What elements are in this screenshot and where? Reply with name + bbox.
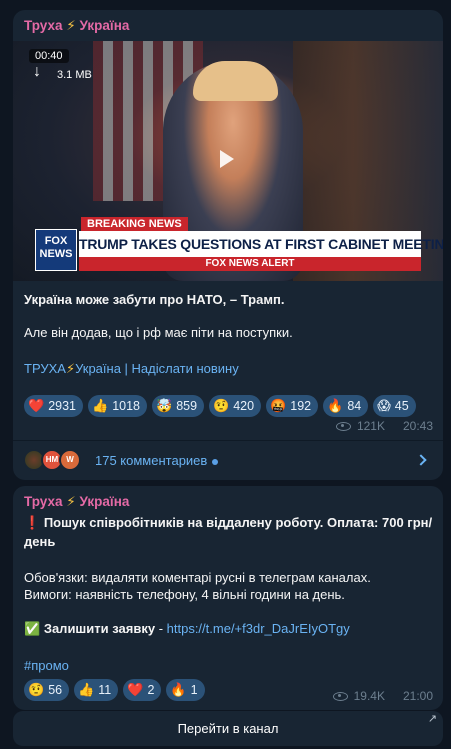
comments-count: 175 комментариев	[95, 453, 219, 468]
reaction-raised-eyebrow[interactable]: 🤨 420	[209, 395, 262, 417]
post-footer: ТРУХА⚡Україна | Надіслати новину	[24, 359, 434, 378]
lightning-icon: ⚡	[66, 18, 76, 33]
reaction-angry[interactable]: 🤬 192	[266, 395, 319, 417]
footer-channel-link[interactable]: ТРУХА	[24, 361, 66, 376]
reaction-count: 1018	[112, 399, 140, 413]
reaction-count: 2931	[48, 399, 76, 413]
view-count: 19.4K	[353, 689, 385, 703]
post-title: Україна може забути про НАТО, – Трамп.	[24, 292, 285, 307]
download-arrow-icon: ↓	[33, 63, 41, 80]
reaction-count: 2	[147, 683, 155, 697]
comments-button[interactable]: HM W 175 комментариев	[13, 444, 443, 478]
raised-eyebrow-icon: 🤨	[28, 682, 45, 697]
channel-name-text: Труха	[24, 18, 63, 33]
promo-link[interactable]: https://t.me/+f3dr_DaJrEIyOTgy	[167, 621, 350, 636]
view-count: 121K	[356, 419, 385, 433]
reaction-scream[interactable]: 😱 45	[373, 395, 416, 417]
reaction-heart[interactable]: ❤️ 2931	[24, 395, 83, 417]
lightning-icon: ⚡	[66, 494, 76, 509]
commenter-avatars: HM W	[23, 449, 93, 471]
scream-icon: 😱	[377, 398, 391, 413]
promo-cta: ✅ Залишити заявку - https://t.me/+f3dr_D…	[24, 619, 434, 638]
fox-news-logo: FOX NEWS	[35, 229, 77, 271]
promo-headline-text: Пошук співробітників на віддалену роботу…	[24, 515, 433, 549]
mind-blown-icon: 🤯	[156, 398, 173, 413]
reaction-count: 1	[190, 683, 198, 697]
footer-separator: |	[120, 361, 132, 376]
footer-channel-suffix[interactable]: Україна	[75, 361, 121, 376]
channel-name[interactable]: Труха ⚡ Україна	[24, 494, 129, 510]
go-to-channel-label: Перейти в канал	[177, 721, 279, 736]
check-mark-icon: ✅	[24, 621, 41, 636]
reaction-heart[interactable]: ❤️ 2	[123, 679, 162, 701]
heart-icon: ❤️	[28, 398, 45, 413]
fire-icon: 🔥	[170, 682, 187, 697]
reactions-bar: 🤨 56 👍 11 ❤️ 2 🔥 1	[24, 679, 205, 701]
message-time: 20:43	[402, 419, 433, 433]
promo-cta-label: Залишити заявку	[43, 621, 156, 636]
reaction-thumbs-up[interactable]: 👍 11	[74, 679, 119, 701]
message-meta: 19.4K 21:00	[332, 689, 433, 703]
message-bubble-news[interactable]: Труха ⚡ Україна 00:40 ↓ 3.1 MB BREAKING …	[13, 10, 443, 480]
unread-dot-icon	[212, 458, 219, 465]
reaction-count: 859	[176, 399, 198, 413]
cta-separator: -	[155, 621, 167, 636]
reaction-thumbs-up[interactable]: 👍 1018	[88, 395, 147, 417]
reaction-mind-blown[interactable]: 🤯 859	[152, 395, 205, 417]
reaction-count: 56	[48, 683, 63, 697]
go-to-channel-button[interactable]: Перейти в канал ↗	[13, 711, 443, 746]
raised-eyebrow-icon: 🤨	[213, 398, 230, 413]
reaction-raised-eyebrow[interactable]: 🤨 56	[24, 679, 70, 701]
play-icon[interactable]	[220, 150, 234, 168]
lightning-icon: ⚡	[65, 361, 76, 376]
reaction-count: 84	[347, 399, 362, 413]
message-bubble-promo[interactable]: Труха ⚡ Україна ❗ Пошук співробітників н…	[13, 486, 443, 710]
heart-icon: ❤️	[127, 682, 144, 697]
channel-name-text: Труха	[24, 494, 63, 509]
reaction-fire[interactable]: 🔥 1	[166, 679, 205, 701]
channel-name[interactable]: Труха ⚡ Україна	[24, 18, 129, 34]
reaction-count: 11	[98, 683, 112, 697]
reaction-fire[interactable]: 🔥 84	[323, 395, 369, 417]
divider	[13, 440, 443, 441]
angry-face-icon: 🤬	[270, 398, 287, 413]
reaction-count: 420	[233, 399, 255, 413]
thumbs-up-icon: 👍	[92, 398, 109, 413]
video-alert-ticker: FOX NEWS ALERT	[79, 257, 421, 271]
reaction-count: 45	[394, 399, 409, 413]
video-file-size: 3.1 MB	[57, 69, 92, 81]
message-meta: 121K 20:43	[335, 419, 433, 433]
eye-icon	[335, 421, 351, 431]
message-time: 21:00	[402, 689, 433, 703]
video-duration: 00:40	[29, 49, 69, 63]
promo-headline: ❗ Пошук співробітників на віддалену робо…	[24, 513, 434, 551]
reactions-bar: ❤️ 2931 👍 1018 🤯 859 🤨 420 🤬 192 🔥 84 😱 45	[24, 395, 416, 417]
arrow-up-right-icon: ↗	[427, 713, 437, 725]
fire-icon: 🔥	[327, 398, 344, 413]
thumbs-up-icon: 👍	[78, 682, 95, 697]
breaking-news-banner: BREAKING NEWS	[81, 217, 188, 231]
post-body: Але він додав, що і рф має піти на посту…	[24, 325, 293, 340]
avatar: W	[59, 449, 81, 471]
chevron-right-icon	[415, 454, 427, 466]
video-headline: TRUMP TAKES QUESTIONS AT FIRST CABINET M…	[79, 231, 443, 257]
video-person-hair	[193, 61, 278, 101]
video-preview[interactable]: 00:40 ↓ 3.1 MB BREAKING NEWS FOX NEWS TR…	[13, 41, 443, 281]
eye-icon	[332, 691, 348, 701]
promo-requirements: Вимоги: наявність телефону, 4 вільні год…	[24, 587, 345, 602]
hashtag-link[interactable]: #промо	[24, 656, 434, 675]
reaction-count: 192	[290, 399, 312, 413]
channel-name-suffix: Україна	[79, 18, 130, 33]
send-news-link[interactable]: Надіслати новину	[132, 361, 239, 376]
channel-name-suffix: Україна	[79, 494, 130, 509]
exclamation-icon: ❗	[24, 515, 41, 530]
comments-label: 175 комментариев	[95, 453, 208, 468]
